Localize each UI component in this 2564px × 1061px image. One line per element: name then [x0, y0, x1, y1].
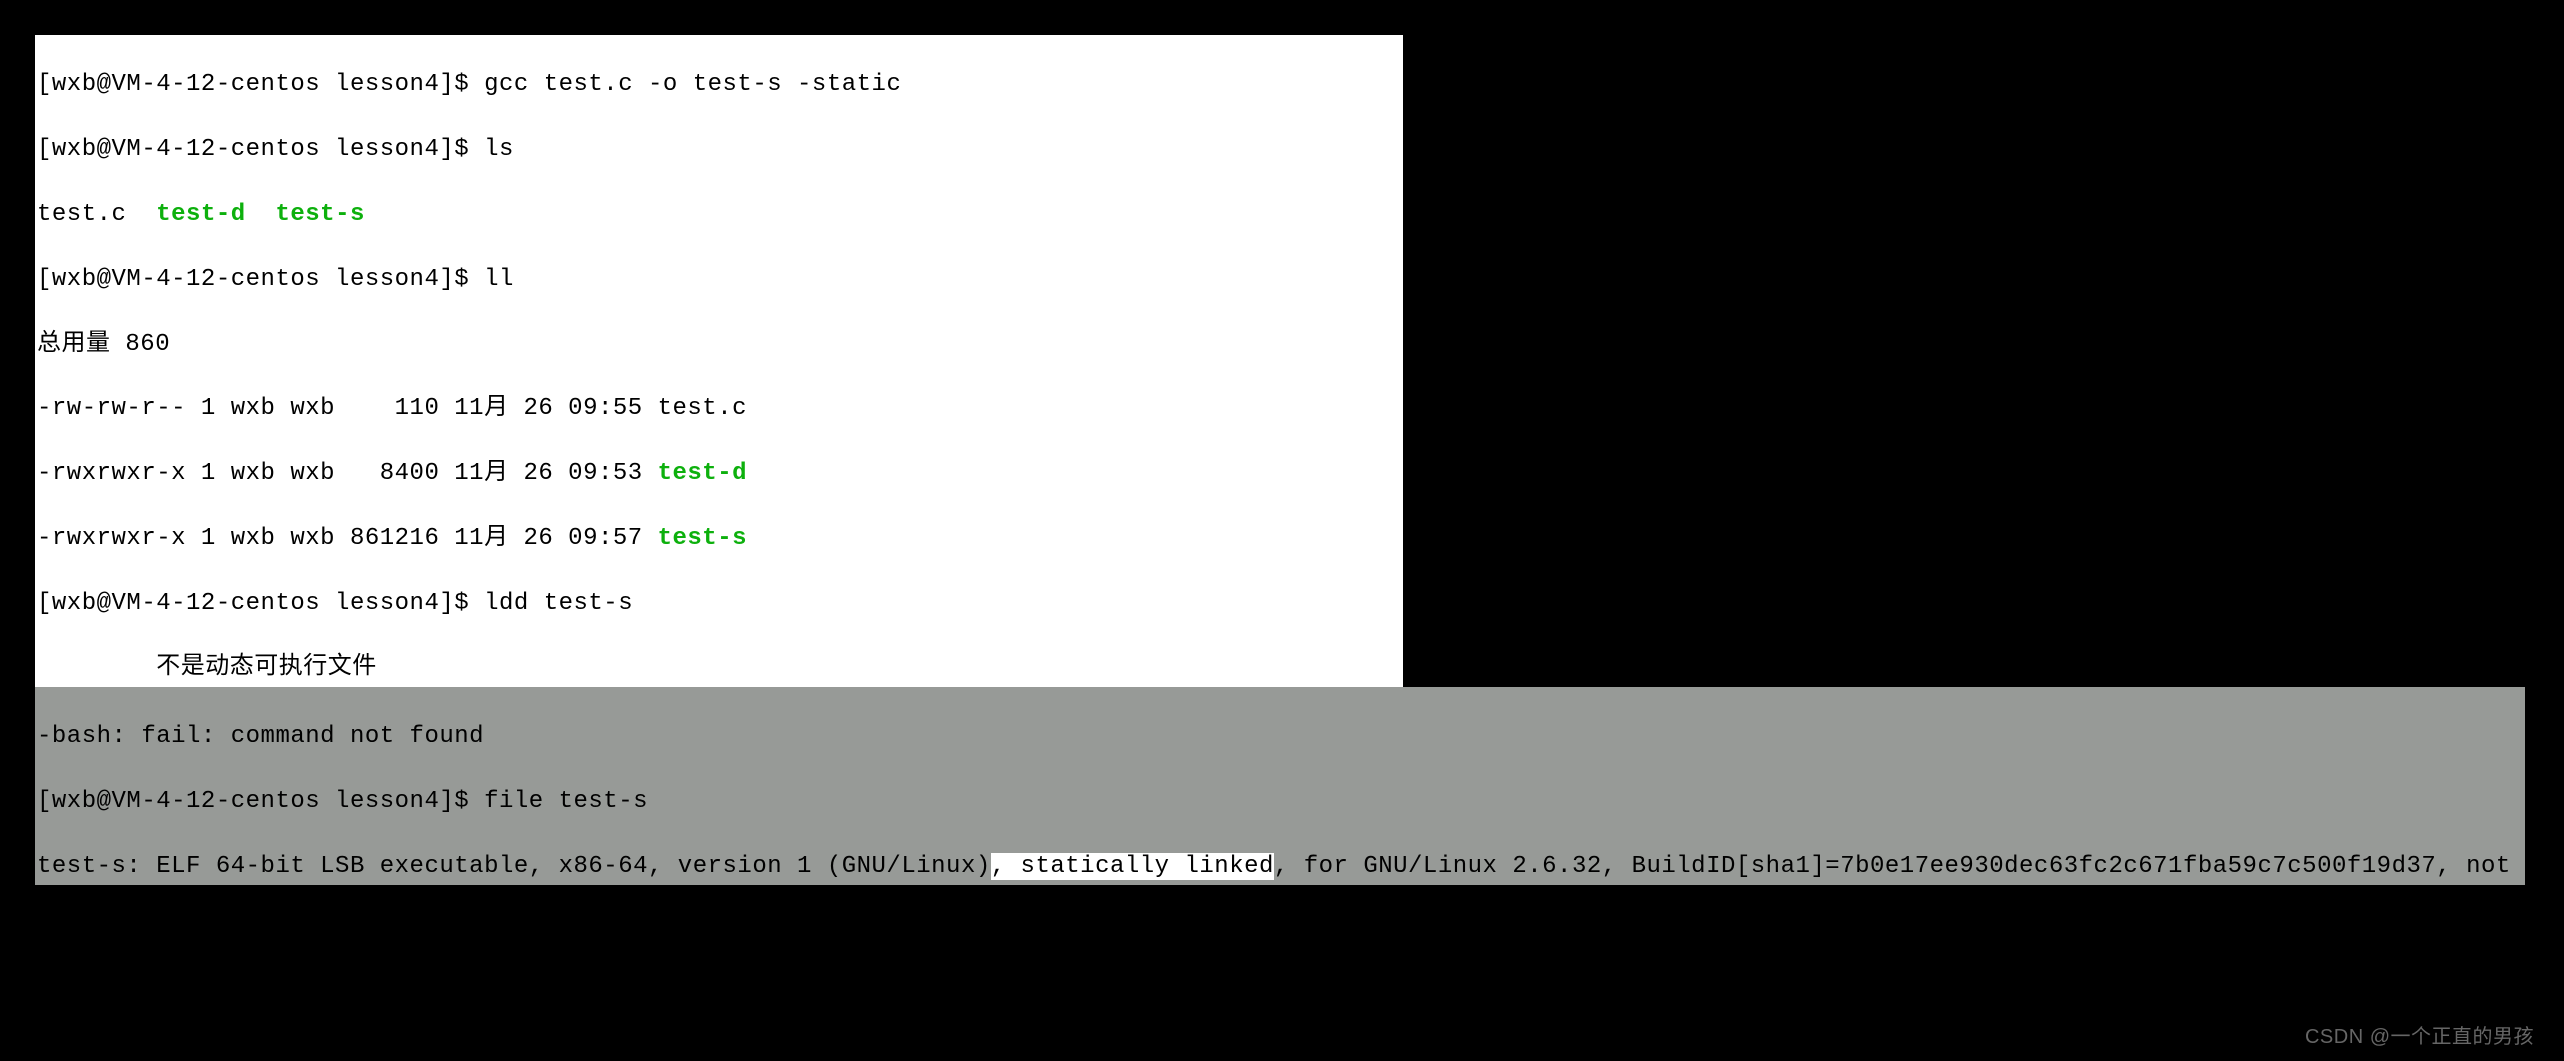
terminal-gray-section[interactable]: -bash: fail: command not found [wxb@VM-4…: [35, 687, 2525, 885]
command: gcc test.c -o test-s -static: [484, 71, 901, 98]
ll-row: -rw-rw-r-- 1 wxb wxb 110 11月 26 09:55 te…: [37, 393, 1403, 425]
command: ls: [484, 136, 514, 163]
file-name: test.c: [37, 201, 126, 228]
executable-name: test-d: [156, 201, 245, 228]
terminal-line: [wxb@VM-4-12-centos lesson4]$ ldd test-s: [37, 588, 1403, 620]
executable-name: test-d: [658, 460, 747, 487]
highlighted-text: , statically linked: [991, 853, 1274, 880]
terminal-container: [wxb@VM-4-12-centos lesson4]$ gcc test.c…: [30, 30, 2530, 890]
file-name: test.c: [658, 395, 747, 422]
command: ll: [484, 266, 514, 293]
watermark-text: CSDN @一个正直的男孩: [2305, 1024, 2534, 1051]
ll-row: -rwxrwxr-x 1 wxb wxb 8400 11月 26 09:53 t…: [37, 458, 1403, 490]
command: file test-s: [484, 788, 648, 815]
ldd-output: 不是动态可执行文件: [37, 652, 1403, 684]
bash-error: -bash: fail: command not found: [37, 721, 2525, 753]
terminal-line: [wxb@VM-4-12-centos lesson4]$ ll: [37, 264, 1403, 296]
file-attrs: -rw-rw-r-- 1 wxb wxb 110 11月 26 09:55: [37, 395, 658, 422]
prompt: [wxb@VM-4-12-centos lesson4]$: [37, 136, 484, 163]
prompt: [wxb@VM-4-12-centos lesson4]$: [37, 590, 484, 617]
prompt: [wxb@VM-4-12-centos lesson4]$: [37, 71, 484, 98]
ll-row: -rwxrwxr-x 1 wxb wxb 861216 11月 26 09:57…: [37, 523, 1403, 555]
terminal-line: [wxb@VM-4-12-centos lesson4]$ file test-…: [37, 786, 2525, 818]
command: ldd test-s: [484, 590, 633, 617]
terminal-line: [wxb@VM-4-12-centos lesson4]$ ls: [37, 134, 1403, 166]
prompt: [wxb@VM-4-12-centos lesson4]$: [37, 788, 484, 815]
file-attrs: -rwxrwxr-x 1 wxb wxb 861216 11月 26 09:57: [37, 525, 658, 552]
file-output-part1: test-s: ELF 64-bit LSB executable, x86-6…: [37, 853, 991, 880]
prompt: [wxb@VM-4-12-centos lesson4]$: [37, 266, 484, 293]
executable-name: test-s: [275, 201, 364, 228]
executable-name: test-s: [658, 525, 747, 552]
ll-total-line: 总用量 860: [37, 329, 1403, 361]
file-attrs: -rwxrwxr-x 1 wxb wxb 8400 11月 26 09:53: [37, 460, 658, 487]
file-output-part2: , for GNU/Linux 2.6.32, BuildID[sha1]=7b…: [1274, 853, 2564, 880]
terminal-white-section[interactable]: [wxb@VM-4-12-centos lesson4]$ gcc test.c…: [35, 35, 1403, 687]
ls-output-line: test.c test-d test-s: [37, 199, 1403, 231]
file-output-line: test-s: ELF 64-bit LSB executable, x86-6…: [37, 851, 2525, 883]
terminal-line: [wxb@VM-4-12-centos lesson4]$ gcc test.c…: [37, 69, 1403, 101]
